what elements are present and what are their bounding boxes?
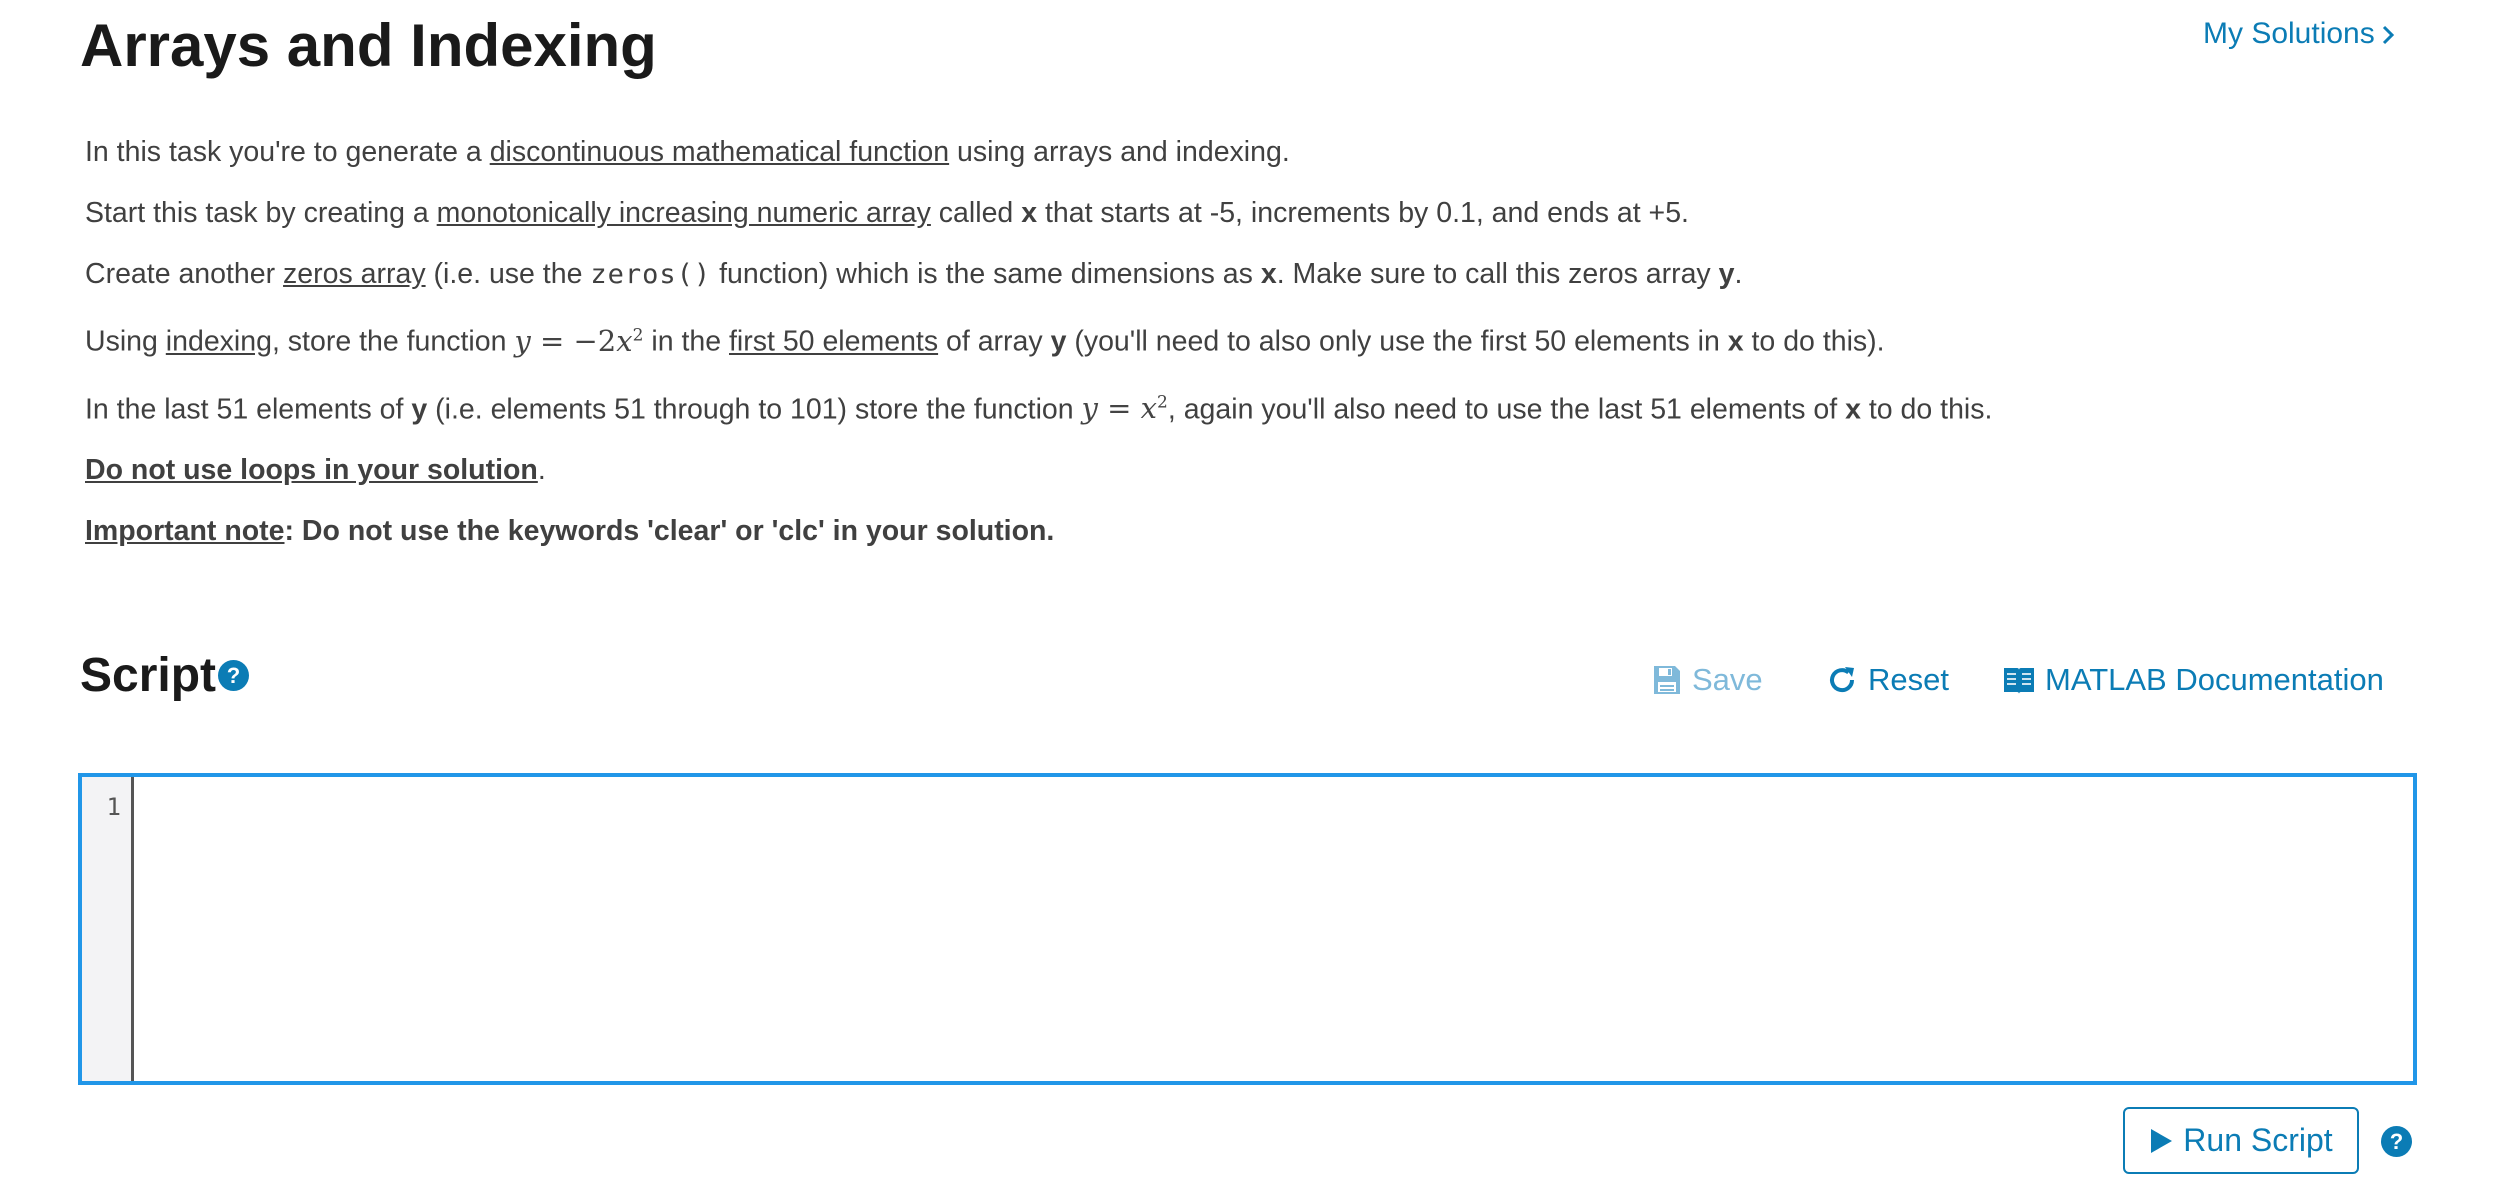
description-paragraph-4: Using indexing, store the function y = −… [85, 323, 1885, 358]
script-section-title: Script [80, 649, 217, 702]
book-icon [2004, 668, 2034, 694]
line-number-gutter: 1 [82, 777, 134, 1081]
monotonic-array-link[interactable]: monotonically increasing numeric array [437, 197, 931, 229]
description-paragraph-6: Do not use loops in your solution. [85, 454, 546, 487]
task-description: In this task you're to generate a discon… [85, 122, 2445, 562]
chevron-right-icon [2382, 26, 2394, 45]
zeros-array-link[interactable]: zeros array [283, 258, 426, 290]
run-script-label: Run Script [2183, 1122, 2333, 1158]
my-solutions-label: My Solutions [2203, 17, 2375, 50]
line-number: 1 [106, 793, 121, 821]
indexing-link[interactable]: indexing [166, 326, 272, 358]
script-editor[interactable]: 1 [78, 773, 2417, 1085]
important-note-label: Important note [85, 515, 285, 548]
math-formula-quadratic: y = x2 [1081, 391, 1168, 426]
var-y: y [1050, 325, 1067, 358]
var-x: x [1260, 258, 1277, 290]
no-loops-note: Do not use loops in your solution [85, 454, 538, 487]
discontinuous-function-link[interactable]: discontinuous mathematical function [490, 136, 949, 168]
var-y: y [1718, 258, 1735, 290]
refresh-icon [1830, 667, 1855, 693]
code-input[interactable] [134, 777, 2413, 1081]
matlab-documentation-label: MATLAB Documentation [2045, 662, 2384, 697]
reset-label: Reset [1868, 662, 1949, 697]
floppy-disk-icon [1654, 666, 1680, 694]
math-formula-negative-quadratic: y = −2x2 [514, 323, 644, 358]
question-circle-icon[interactable]: ? [218, 660, 249, 691]
description-paragraph-2: Start this task by creating a monotonica… [85, 197, 1689, 229]
var-y: y [411, 393, 428, 426]
first-50-elements-link[interactable]: first 50 elements [729, 326, 938, 358]
important-note-text: : Do not use the keywords 'clear' or 'cl… [284, 515, 1055, 548]
var-x: x [1727, 325, 1744, 358]
my-solutions-link[interactable]: My Solutions [2203, 14, 2395, 54]
question-circle-icon[interactable]: ? [2381, 1126, 2412, 1157]
zeros-code: zeros() [590, 259, 712, 290]
page-title: Arrays and Indexing [80, 12, 657, 79]
reset-button[interactable]: Reset [1826, 660, 1949, 700]
run-script-button[interactable]: Run Script [2123, 1107, 2359, 1174]
var-x: x [1845, 393, 1861, 426]
description-paragraph-1: In this task you're to generate a discon… [85, 136, 1290, 168]
matlab-documentation-button[interactable]: MATLAB Documentation [2003, 660, 2384, 700]
description-paragraph-5: In the last 51 elements of y (i.e. eleme… [85, 391, 1993, 426]
play-icon [2151, 1128, 2173, 1153]
save-button[interactable]: Save [1652, 660, 1763, 700]
save-label: Save [1692, 662, 1763, 697]
var-x: x [1021, 197, 1038, 229]
description-paragraph-3: Create another zeros array (i.e. use the… [85, 258, 1743, 290]
description-paragraph-7: Important note: Do not use the keywords … [85, 501, 2445, 562]
